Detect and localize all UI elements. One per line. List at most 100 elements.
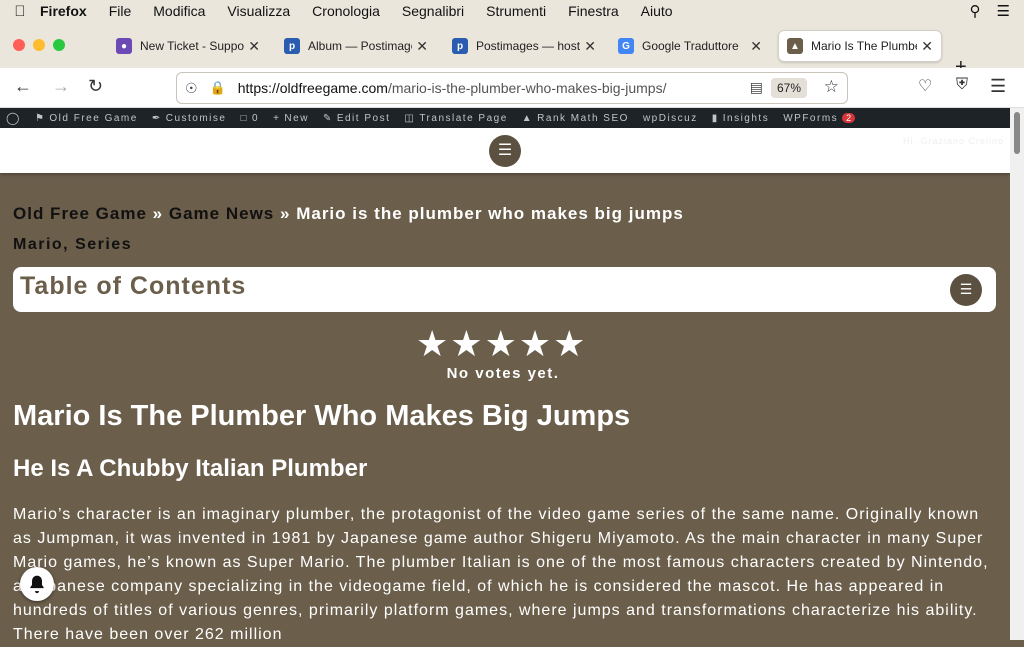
- control-center-icon[interactable]: ☰: [997, 2, 1010, 20]
- star-icon[interactable]: ★: [553, 323, 585, 365]
- notification-badge: 2: [842, 113, 856, 123]
- votes-text: No votes yet.: [446, 365, 560, 382]
- reload-icon[interactable]: ↻: [88, 76, 103, 97]
- url-path: /mario-is-the-plumber-who-makes-big-jump…: [387, 80, 667, 96]
- spotlight-search-icon[interactable]: ⚲: [970, 2, 981, 20]
- tab-postimages-hosting[interactable]: p Postimages — hosting ✕: [444, 30, 604, 62]
- postimages-icon: p: [452, 38, 468, 54]
- navigation-bar: ← → ↻ ☉ 🔒 https://oldfreegame.com/mario-…: [0, 68, 1024, 108]
- star-icon[interactable]: ★: [416, 323, 448, 365]
- star-icon[interactable]: ★: [519, 323, 551, 365]
- menu-app-name[interactable]: Firefox: [40, 3, 87, 19]
- close-tab-icon[interactable]: ✕: [750, 38, 762, 55]
- tab-album-postimages[interactable]: p Album — Postimages ✕: [276, 30, 436, 62]
- apple-icon[interactable]: : [0, 3, 40, 20]
- ublock-icon[interactable]: ⛨: [956, 76, 968, 94]
- back-icon[interactable]: ←: [14, 76, 32, 97]
- tab-new-ticket[interactable]: ● New Ticket - Support ✕: [108, 30, 268, 62]
- tab-label: New Ticket - Support: [140, 39, 245, 53]
- brush-icon: ✒: [151, 112, 162, 124]
- wp-comments-link[interactable]: □ 0: [240, 113, 259, 124]
- article-subtitle: He Is A Chubby Italian Plumber: [13, 455, 368, 482]
- close-tab-icon[interactable]: ✕: [416, 38, 428, 55]
- tab-label: Mario Is The Plumber: [811, 39, 918, 53]
- tab-label: Album — Postimages: [308, 39, 413, 53]
- toc-title: Table of Contents: [20, 272, 247, 300]
- breadcrumb-home[interactable]: Old Free Game: [13, 204, 147, 223]
- reader-view-icon[interactable]: ▤: [750, 79, 763, 96]
- url-bar[interactable]: ☉ 🔒 https://oldfreegame.com/mario-is-the…: [176, 72, 848, 104]
- close-tab-icon[interactable]: ✕: [921, 38, 933, 55]
- menu-bookmarks[interactable]: Segnalibri: [402, 3, 464, 19]
- macos-menubar:  Firefox File Modifica Visualizza Crono…: [0, 0, 1024, 22]
- wp-rankmath-link[interactable]: ▲ Rank Math SEO: [522, 113, 629, 124]
- menu-edit[interactable]: Modifica: [153, 3, 205, 19]
- menu-window[interactable]: Finestra: [568, 3, 619, 19]
- bookmark-star-icon[interactable]: ☆: [824, 77, 839, 97]
- wp-new-label: New: [284, 112, 309, 124]
- close-window-button[interactable]: [13, 39, 25, 51]
- wp-user-greeting[interactable]: Hi, Graziano Crelino: [903, 136, 1004, 146]
- wp-rankmath-label: Rank Math SEO: [537, 112, 629, 124]
- wp-insights-label: Insights: [722, 112, 770, 124]
- wp-comments-count: 0: [252, 112, 260, 124]
- wp-wpforms-link[interactable]: WPForms 2: [783, 112, 856, 124]
- rankmath-icon: ▲: [521, 112, 534, 124]
- star-icon[interactable]: ★: [450, 323, 482, 365]
- wp-site-link[interactable]: ⚑ Old Free Game: [35, 113, 138, 124]
- google-translate-icon: G: [618, 38, 634, 54]
- wp-insights-link[interactable]: ▮ Insights: [712, 113, 769, 124]
- ticket-icon: ●: [116, 38, 132, 54]
- wp-customise-link[interactable]: ✒ Customise: [152, 113, 227, 124]
- wp-customise-label: Customise: [165, 112, 227, 124]
- url-host: https://oldfreegame.com: [237, 80, 388, 96]
- menu-tools[interactable]: Strumenti: [486, 3, 546, 19]
- wp-translate-label: Translate Page: [419, 112, 508, 124]
- site-header: ☰ Hi, Graziano Crelino: [0, 128, 1010, 173]
- menu-file[interactable]: File: [109, 3, 132, 19]
- breadcrumb: Old Free Game » Game News » Mario is the…: [13, 204, 684, 224]
- minimize-window-button[interactable]: [33, 39, 45, 51]
- zoom-level[interactable]: 67%: [770, 78, 807, 98]
- breadcrumb-separator: »: [280, 204, 291, 223]
- maximize-window-button[interactable]: [53, 39, 65, 51]
- tab-google-translate[interactable]: G Google Traduttore ✕: [610, 30, 770, 62]
- wp-translate-link[interactable]: ◫ Translate Page: [404, 113, 507, 124]
- pocket-icon[interactable]: ♡: [918, 76, 932, 96]
- notification-bell-icon[interactable]: [20, 567, 54, 601]
- breadcrumb-section[interactable]: Game News: [169, 204, 274, 223]
- forward-icon[interactable]: →: [52, 76, 70, 97]
- table-of-contents[interactable]: Table of Contents ☰: [13, 267, 996, 312]
- postimages-icon: p: [284, 38, 300, 54]
- menu-view[interactable]: Visualizza: [227, 3, 290, 19]
- menu-hamburger-icon[interactable]: ☰: [990, 76, 1006, 97]
- wp-new-link[interactable]: + New: [273, 113, 309, 124]
- wp-edit-post-link[interactable]: ✎ Edit Post: [323, 113, 390, 124]
- url-text[interactable]: https://oldfreegame.com/mario-is-the-plu…: [238, 80, 667, 96]
- home-icon: ⚑: [34, 112, 46, 124]
- site-menu-toggle-icon[interactable]: ☰: [489, 135, 521, 167]
- wp-edit-label: Edit Post: [336, 112, 391, 124]
- article-title: Mario Is The Plumber Who Makes Big Jumps: [13, 400, 631, 432]
- tracking-shield-icon[interactable]: ☉: [185, 80, 198, 97]
- menu-help[interactable]: Aiuto: [641, 3, 673, 19]
- star-rating: ★ ★ ★ ★ ★: [416, 323, 585, 365]
- page-scrollbar[interactable]: [1010, 108, 1024, 640]
- wp-wpforms-label: WPForms: [783, 112, 839, 124]
- wordpress-icon[interactable]: ◯: [6, 111, 21, 125]
- wp-site-label: Old Free Game: [49, 112, 138, 124]
- scrollbar-thumb[interactable]: [1014, 112, 1020, 154]
- menu-history[interactable]: Cronologia: [312, 3, 380, 19]
- lock-icon[interactable]: 🔒: [210, 80, 226, 96]
- toc-toggle-icon[interactable]: ☰: [950, 274, 982, 306]
- close-tab-icon[interactable]: ✕: [248, 38, 260, 55]
- tab-bar: ● New Ticket - Support ✕ p Album — Posti…: [0, 22, 1024, 78]
- wp-wpdiscuz-link[interactable]: wpDiscuz: [643, 113, 698, 124]
- page-content: Old Free Game » Game News » Mario is the…: [0, 173, 1010, 643]
- close-tab-icon[interactable]: ✕: [584, 38, 596, 55]
- site-icon: ▲: [787, 38, 803, 54]
- star-icon[interactable]: ★: [485, 323, 517, 365]
- breadcrumb-separator: »: [152, 204, 164, 223]
- tab-mario-plumber[interactable]: ▲ Mario Is The Plumber ✕: [778, 30, 942, 62]
- post-categories[interactable]: Mario, Series: [13, 236, 132, 254]
